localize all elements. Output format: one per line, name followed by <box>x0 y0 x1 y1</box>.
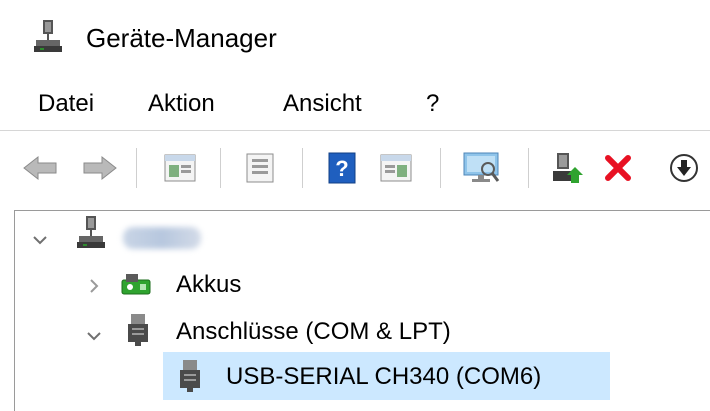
action-pane-icon[interactable] <box>376 146 416 190</box>
toolbar-separator <box>136 148 137 188</box>
menu-aktion[interactable]: Aktion <box>148 86 215 122</box>
scan-hardware-icon[interactable] <box>460 146 504 190</box>
properties-icon[interactable] <box>240 146 280 190</box>
chevron-right-icon[interactable] <box>88 278 100 298</box>
computer-icon <box>76 216 110 254</box>
battery-icon <box>118 266 156 304</box>
chevron-down-icon[interactable] <box>32 230 48 250</box>
window-title: Geräte-Manager <box>86 23 277 53</box>
disable-device-icon[interactable] <box>664 146 704 190</box>
chevron-down-icon[interactable] <box>86 326 102 346</box>
tree-item-usb-serial-ch340[interactable]: USB-SERIAL CH340 (COM6) <box>226 360 541 394</box>
port-icon <box>176 358 206 396</box>
toolbar-separator <box>528 148 529 188</box>
show-hide-console-tree-icon[interactable] <box>160 146 200 190</box>
device-manager-app-icon <box>34 20 62 54</box>
help-icon-glyph: ? <box>335 156 348 181</box>
menu-separator <box>0 130 710 131</box>
computer-name-redacted[interactable] <box>123 227 201 249</box>
help-icon[interactable]: ? <box>322 146 362 190</box>
tree-item-anschluesse[interactable]: Anschlüsse (COM & LPT) <box>176 315 451 349</box>
forward-arrow-icon[interactable] <box>80 146 120 190</box>
tree-item-akkus[interactable]: Akkus <box>176 268 241 302</box>
menu-datei[interactable]: Datei <box>38 86 94 122</box>
toolbar-separator <box>302 148 303 188</box>
toolbar-separator <box>440 148 441 188</box>
uninstall-device-icon[interactable] <box>598 146 638 190</box>
menu-help[interactable]: ? <box>426 86 439 122</box>
port-icon <box>124 312 154 350</box>
back-arrow-icon[interactable] <box>20 146 60 190</box>
update-driver-icon[interactable] <box>548 146 588 190</box>
menu-ansicht[interactable]: Ansicht <box>283 86 362 122</box>
toolbar-separator <box>220 148 221 188</box>
